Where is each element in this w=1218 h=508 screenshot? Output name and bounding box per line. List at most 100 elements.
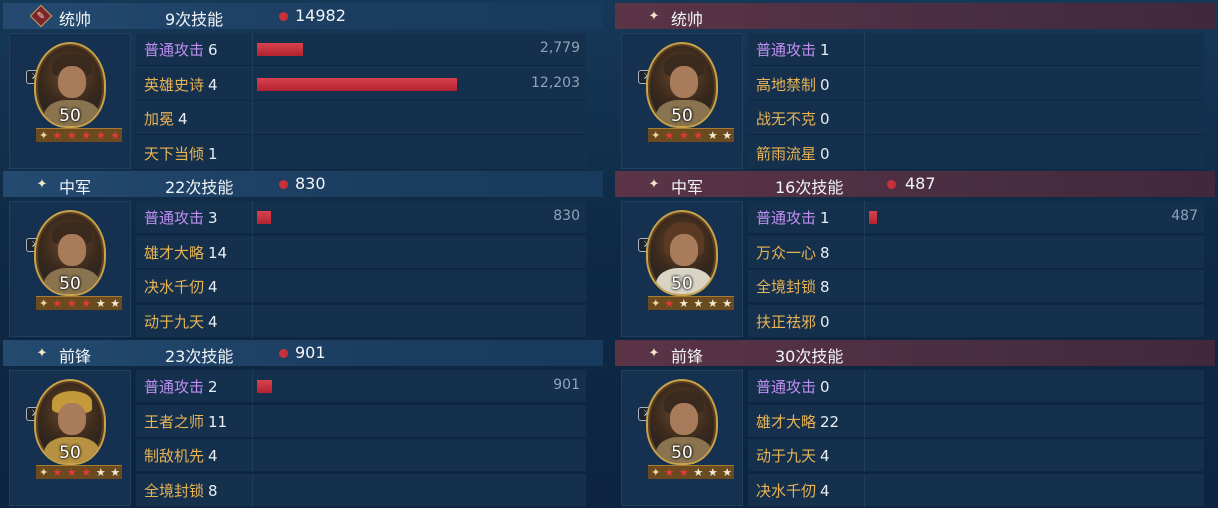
- star-icon: ★: [707, 296, 718, 310]
- skill-row[interactable]: 决水千仞 4: [136, 270, 586, 303]
- skill-row[interactable]: 普通攻击 0: [748, 370, 1204, 403]
- column-divider: [864, 136, 865, 170]
- column-divider: [252, 235, 253, 269]
- skill-row[interactable]: 万众一心 8: [748, 235, 1204, 269]
- damage-value: 901: [553, 377, 580, 393]
- sparkle-icon: ✦: [36, 345, 48, 361]
- column-divider: [864, 404, 865, 438]
- skill-row[interactable]: 制敌机先 4: [136, 439, 586, 472]
- awaken-icon: ✦: [39, 296, 49, 310]
- skill-entry: 万众一心 8: [756, 242, 866, 263]
- group-header: ✦ 中军 16次技能 487: [615, 171, 1215, 197]
- star-icon: ★: [678, 296, 689, 310]
- right-team-panel: ✦统帅⚔50✦★★★★★普通攻击1高地禁制0战无不克0箭雨流星0✦中军16次技能…: [615, 0, 1215, 508]
- column-divider: [252, 270, 253, 303]
- skill-count: 8: [820, 278, 830, 296]
- skill-name: 雄才大略: [144, 243, 205, 262]
- skill-entry: 普通攻击 2: [144, 376, 254, 397]
- column-divider: [252, 370, 253, 403]
- star-icon: ★: [693, 128, 704, 142]
- skill-row[interactable]: 高地禁制 0: [748, 67, 1204, 101]
- skill-name: 动于九天: [756, 447, 817, 465]
- awaken-icon: ✦: [651, 465, 661, 479]
- general-card[interactable]: ⚔50✦★★★★★: [621, 33, 743, 169]
- star-icon: ★: [664, 128, 675, 142]
- commander-badge-icon: ✎: [29, 4, 53, 28]
- skill-entry: 王者之师 11: [144, 411, 254, 432]
- skill-row[interactable]: 全境封锁 8: [136, 473, 586, 507]
- damage-total: 14982: [295, 6, 346, 25]
- general-card[interactable]: ⚔50✦★★★★★: [9, 201, 131, 337]
- skill-entry: 箭雨流星 0: [756, 143, 866, 164]
- skill-row[interactable]: 王者之师 11: [136, 404, 586, 438]
- star-rating: ✦ ★ ★ ★ ★ ★: [648, 296, 734, 310]
- sparkle-icon: ✦: [36, 176, 48, 192]
- skill-row[interactable]: 普通攻击 1: [748, 33, 1204, 66]
- skill-count: 22: [820, 412, 840, 431]
- group-header: ✎ 统帅 9次技能 14982: [3, 3, 603, 29]
- star-rating: ✦ ★ ★ ★ ★ ★: [36, 296, 122, 310]
- column-divider: [864, 473, 865, 507]
- star-icon: ★: [722, 296, 733, 310]
- skill-count: 0: [820, 144, 830, 163]
- skill-row[interactable]: 天下当倾 1: [136, 136, 586, 170]
- star-icon: ★: [664, 296, 675, 310]
- skill-name: 箭雨流星: [756, 144, 817, 163]
- skill-name: 加冕: [144, 110, 175, 128]
- right-group-1: ✦中军16次技能487⚔50✦★★★★★普通攻击1487万众一心8全境封锁8扶正…: [615, 171, 1215, 339]
- skill-row[interactable]: 战无不克 0: [748, 102, 1204, 135]
- column-divider: [864, 102, 865, 135]
- damage-bar: [257, 380, 272, 393]
- column-divider: [252, 439, 253, 472]
- skill-entry: 普通攻击 0: [756, 376, 866, 397]
- skill-count: 4: [208, 447, 218, 465]
- skill-row[interactable]: 动于九天 4: [748, 439, 1204, 472]
- star-icon: ★: [66, 465, 77, 479]
- skill-cast-count: 22次技能: [165, 178, 234, 197]
- skill-name: 扶正祛邪: [756, 312, 817, 331]
- skill-row[interactable]: 扶正祛邪 0: [748, 304, 1204, 338]
- general-card[interactable]: ⚔50✦★★★★★: [9, 370, 131, 506]
- skill-name: 万众一心: [756, 243, 817, 262]
- skill-row[interactable]: 箭雨流星 0: [748, 136, 1204, 170]
- skill-name: 普通攻击: [756, 209, 817, 227]
- skill-row[interactable]: 普通攻击 1 487: [748, 201, 1204, 234]
- skill-row[interactable]: 全境封锁 8: [748, 270, 1204, 303]
- star-icon: ★: [81, 128, 92, 142]
- sparkle-icon: ✦: [648, 345, 660, 361]
- damage-value: 487: [1171, 208, 1198, 224]
- left-team-panel: ✎统帅9次技能14982 ⚔50✦★★★★★ 普通攻击62,779英雄史诗412,2…: [3, 0, 603, 508]
- skill-row[interactable]: 加冕 4: [136, 102, 586, 135]
- star-icon: ★: [110, 296, 121, 310]
- damage-dot-icon: [279, 349, 288, 358]
- general-card[interactable]: ⚔50✦★★★★★: [621, 370, 743, 506]
- general-card[interactable]: ⚔50✦★★★★★: [621, 201, 743, 337]
- star-icon: ★: [52, 296, 63, 310]
- skill-row[interactable]: 普通攻击 2 901: [136, 370, 586, 403]
- star-icon: ★: [664, 465, 675, 479]
- skill-name: 全境封锁: [756, 278, 817, 296]
- skill-entry: 普通攻击 1: [756, 207, 866, 228]
- skill-name: 王者之师: [144, 412, 205, 431]
- general-card[interactable]: ⚔50✦★★★★★: [9, 33, 131, 169]
- column-divider: [864, 270, 865, 303]
- star-icon: ★: [66, 296, 77, 310]
- star-icon: ★: [693, 465, 704, 479]
- skill-count: 6: [208, 41, 218, 59]
- skill-row[interactable]: 普通攻击 6 2,779: [136, 33, 586, 66]
- skill-row[interactable]: 英雄史诗 4 12,203: [136, 67, 586, 101]
- awaken-icon: ✦: [39, 128, 49, 142]
- skill-count: 1: [820, 41, 830, 59]
- skill-row[interactable]: 雄才大略 22: [748, 404, 1204, 438]
- skill-name: 制敌机先: [144, 447, 205, 465]
- skill-entry: 高地禁制 0: [756, 74, 866, 95]
- skill-name: 普通攻击: [144, 209, 205, 227]
- skill-row[interactable]: 决水千仞 4: [748, 473, 1204, 507]
- skill-row[interactable]: 动于九天 4: [136, 304, 586, 338]
- star-icon: ★: [693, 296, 704, 310]
- skill-cast-count: 16次技能: [775, 178, 844, 197]
- skill-row[interactable]: 雄才大略 14: [136, 235, 586, 269]
- damage-dot-icon: [887, 180, 896, 189]
- skill-row[interactable]: 普通攻击 3 830: [136, 201, 586, 234]
- damage-total: 487: [905, 174, 936, 193]
